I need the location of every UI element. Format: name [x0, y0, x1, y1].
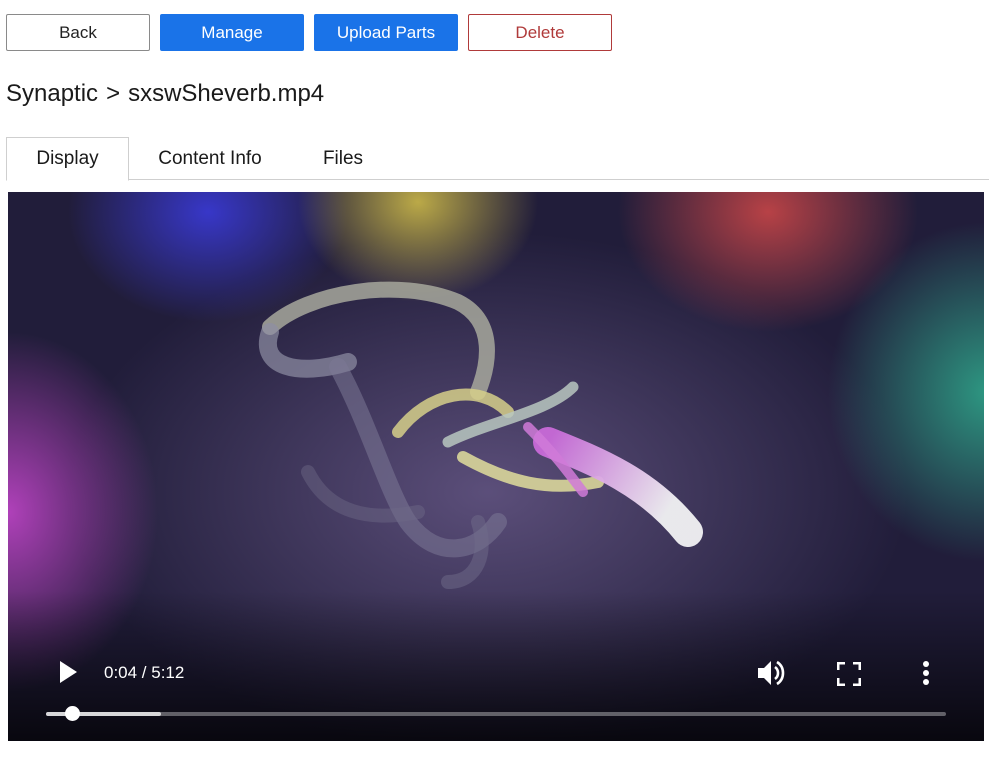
tab-bar: Display Content Info Files — [6, 137, 989, 181]
tab-display[interactable]: Display — [6, 137, 129, 181]
volume-button[interactable] — [756, 658, 788, 688]
breadcrumb-current: sxswSheverb.mp4 — [128, 80, 325, 107]
upload-parts-button[interactable]: Upload Parts — [314, 14, 458, 51]
play-button[interactable] — [56, 659, 80, 685]
fullscreen-button[interactable] — [836, 661, 862, 687]
breadcrumb-separator: > — [106, 80, 121, 107]
toolbar: Back Manage Upload Parts Delete — [6, 14, 612, 51]
delete-button[interactable]: Delete — [468, 14, 612, 51]
more-options-icon — [923, 661, 929, 685]
back-button[interactable]: Back — [6, 14, 150, 51]
tab-content-info[interactable]: Content Info — [134, 137, 286, 180]
video-player[interactable]: 0:04 / 5:12 — [8, 192, 984, 741]
time-display: 0:04 / 5:12 — [104, 663, 185, 682]
tab-files[interactable]: Files — [296, 137, 390, 180]
buffered-range — [46, 712, 162, 716]
progress-bar[interactable] — [46, 706, 946, 721]
breadcrumb-parent[interactable]: Synaptic — [6, 80, 98, 108]
progress-thumb[interactable] — [64, 706, 80, 721]
more-options-button[interactable] — [920, 659, 932, 689]
fullscreen-icon — [836, 661, 862, 687]
play-icon — [60, 661, 77, 683]
breadcrumb: Synaptic > sxswSheverb.mp4 — [6, 80, 324, 108]
manage-button[interactable]: Manage — [160, 14, 304, 51]
volume-icon — [758, 660, 785, 686]
